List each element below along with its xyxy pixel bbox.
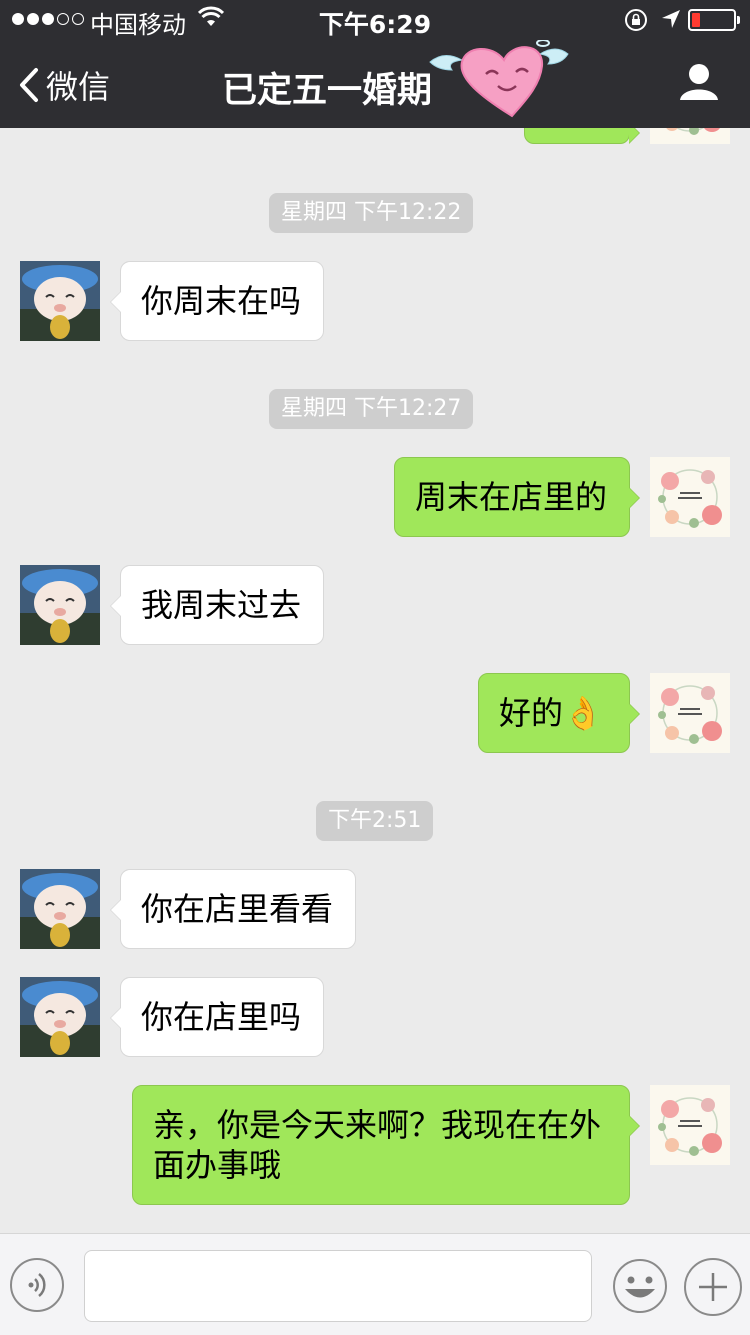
message-bubble-incoming[interactable]: 你在店里看看 [110, 869, 356, 949]
my-avatar[interactable] [650, 457, 730, 537]
my-avatar[interactable] [650, 1085, 730, 1165]
winged-heart-icon [428, 39, 578, 128]
chat-title: 已定五一婚期 [222, 71, 433, 111]
message-list[interactable]: 星期四 下午12:22 你周末在吗 星期四 下午12:27 周末在店里的 我周末… [0, 128, 750, 1233]
status-bar: 中国移动 下午6:29 [0, 0, 750, 40]
plus-icon [699, 1273, 727, 1301]
my-avatar [650, 128, 730, 144]
back-label: 微信 [46, 68, 111, 106]
back-button[interactable]: 微信 [18, 62, 110, 108]
message-bubble-incoming[interactable]: 我周末过去 [110, 565, 324, 645]
voice-icon [28, 1273, 46, 1297]
chevron-left-icon [20, 68, 38, 102]
contact-info-button[interactable] [678, 62, 720, 106]
more-options-button[interactable] [684, 1258, 742, 1316]
timestamp: 下午2:51 [316, 801, 434, 841]
nav-bar: 微信 已定五一婚期 [0, 39, 750, 128]
emoji-button[interactable] [612, 1258, 668, 1314]
message-bubble-partial [524, 128, 640, 144]
contact-avatar[interactable] [20, 869, 100, 949]
message-bubble-outgoing[interactable]: 好的👌 [478, 673, 640, 753]
contact-avatar[interactable] [20, 261, 100, 341]
battery-icon [688, 9, 740, 31]
message-input[interactable] [84, 1250, 592, 1322]
location-arrow-icon [660, 8, 682, 34]
my-avatar[interactable] [650, 673, 730, 753]
timestamp: 星期四 下午12:27 [269, 389, 474, 429]
voice-input-button[interactable] [10, 1258, 64, 1312]
rotation-lock-icon [624, 8, 648, 36]
contact-avatar[interactable] [20, 565, 100, 645]
message-bubble-outgoing[interactable]: 周末在店里的 [394, 457, 640, 537]
contact-avatar[interactable] [20, 977, 100, 1057]
message-bubble-incoming[interactable]: 你周末在吗 [110, 261, 324, 341]
top-bar: 中国移动 下午6:29 微信 已定五一婚期 [0, 0, 750, 128]
timestamp: 星期四 下午12:22 [269, 193, 474, 233]
message-bubble-incoming[interactable]: 你在店里吗 [110, 977, 324, 1057]
input-toolbar [0, 1233, 750, 1335]
message-bubble-outgoing[interactable]: 亲，你是今天来啊？我现在在外面办事哦 [132, 1085, 640, 1205]
smiley-icon [613, 1259, 667, 1313]
